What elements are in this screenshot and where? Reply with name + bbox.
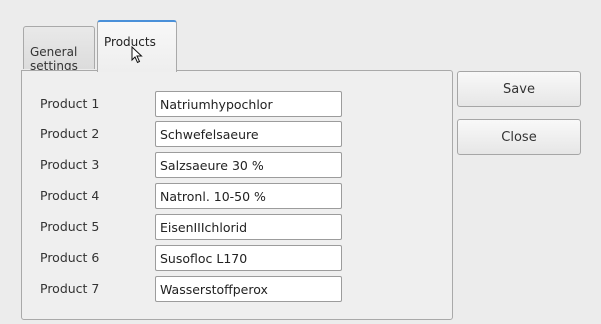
product-label: Product 3 (40, 157, 100, 172)
tab-general-settings-label: General settings (30, 45, 78, 73)
product-input[interactable] (155, 214, 342, 240)
product-row: Product 6 (22, 245, 452, 271)
product-row: Product 4 (22, 183, 452, 209)
product-label: Product 2 (40, 126, 100, 141)
product-label: Product 1 (40, 96, 100, 111)
close-button[interactable]: Close (457, 119, 581, 155)
product-label: Product 6 (40, 250, 100, 265)
product-input[interactable] (155, 276, 342, 302)
tab-products-label: Products (104, 35, 156, 49)
product-row: Product 3 (22, 152, 452, 178)
product-input[interactable] (155, 152, 342, 178)
product-label: Product 7 (40, 281, 100, 296)
product-label: Product 5 (40, 219, 100, 234)
product-row: Product 2 (22, 121, 452, 147)
products-panel: Product 1 Product 2 Product 3 Product 4 … (21, 70, 453, 320)
tab-general-settings[interactable]: General settings (23, 26, 95, 73)
save-button[interactable]: Save (457, 71, 581, 107)
product-input[interactable] (155, 91, 342, 117)
product-input[interactable] (155, 121, 342, 147)
product-row: Product 1 (22, 91, 452, 117)
product-input[interactable] (155, 183, 342, 209)
product-input[interactable] (155, 245, 342, 271)
mouse-pointer-icon (131, 46, 143, 64)
product-row: Product 5 (22, 214, 452, 240)
product-row: Product 7 (22, 276, 452, 302)
product-label: Product 4 (40, 188, 100, 203)
tab-widget: General settings Products Product 1 Prod… (21, 20, 453, 320)
